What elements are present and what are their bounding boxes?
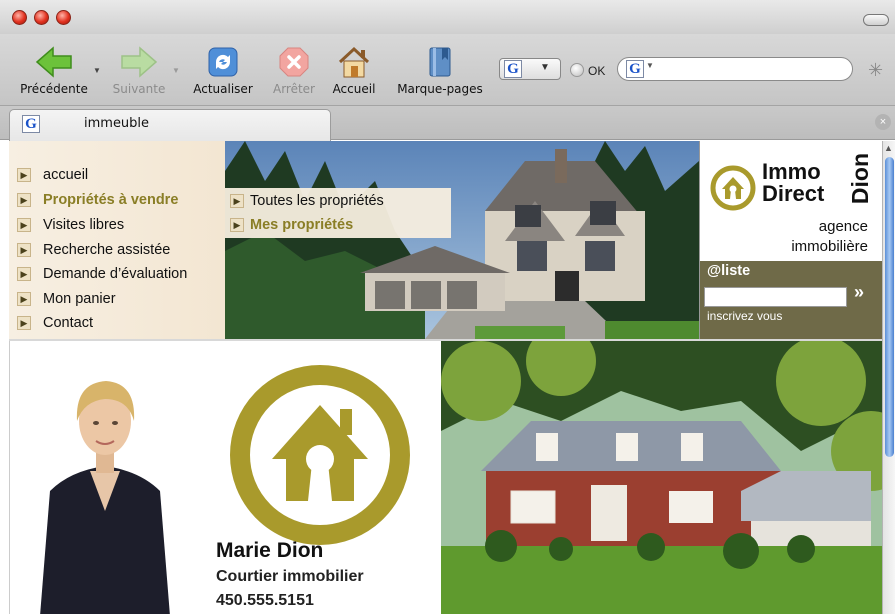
stop-icon (266, 42, 322, 82)
newsletter-box: @liste » inscrivez vous (699, 261, 882, 339)
arrow-right-icon: ▶ (17, 291, 31, 306)
arrow-right-icon: ▶ (230, 218, 244, 232)
nav-item-contact[interactable]: ▶ Contact (9, 311, 225, 334)
brand-vertical-name: Dion (847, 153, 873, 205)
chevron-down-icon: ▼ (540, 62, 550, 73)
vertical-scrollbar[interactable]: ▲ (882, 141, 895, 614)
scroll-up-arrow-icon[interactable]: ▲ (884, 143, 893, 153)
zoom-window-button[interactable] (56, 10, 71, 25)
large-keyhole-house-logo-icon (230, 365, 410, 545)
submenu-item-mes-proprietes[interactable]: ▶ Mes propriétés (225, 213, 451, 237)
arrow-right-icon: ▶ (17, 217, 31, 232)
arrow-right-icon: ▶ (17, 192, 31, 207)
brand-logo-panel[interactable]: Immo Direct Dion agence immobilière (699, 141, 882, 261)
forward-arrow-icon (106, 42, 172, 82)
nav-item-label: Recherche assistée (43, 241, 171, 258)
brand-line1: Immo (762, 159, 821, 184)
tab-title: immeuble (84, 116, 150, 131)
arrow-right-icon: ▶ (17, 167, 31, 182)
close-window-button[interactable] (12, 10, 27, 25)
back-label: Précédente (20, 82, 88, 96)
back-arrow-icon (14, 42, 94, 82)
nav-item-label: Contact (43, 314, 93, 331)
bookmarks-label: Marque-pages (397, 82, 483, 96)
reload-button[interactable]: Actualiser (186, 42, 260, 96)
browser-toolbar: Précédente ▼ Suivante ▼ Actualiser Arrêt… (0, 34, 895, 106)
submenu: ▶ Toutes les propriétés ▶ Mes propriétés (225, 188, 451, 238)
stop-button[interactable]: Arrêter (266, 42, 322, 96)
brand-tagline: agence immobilière (791, 217, 868, 257)
brand-name: Immo Direct (762, 161, 824, 205)
submenu-item-toutes-les-proprietes[interactable]: ▶ Toutes les propriétés (225, 189, 451, 213)
window-titlebar (0, 0, 895, 34)
arrow-right-icon: ▶ (17, 266, 31, 281)
minimize-window-button[interactable] (34, 10, 49, 25)
home-icon (326, 42, 382, 82)
submenu-item-label: Toutes les propriétés (250, 193, 384, 209)
brand-tagline-line2: immobilière (791, 238, 868, 255)
featured-section: Marie Dion Courtier immobilier 450.555.5… (9, 339, 882, 614)
nav-item-mon-panier[interactable]: ▶ Mon panier (9, 287, 225, 310)
tab-immeuble[interactable]: G immeuble (9, 109, 331, 141)
tab-bar: G immeuble × (0, 106, 895, 141)
newsletter-title: @liste (707, 263, 751, 279)
forward-history-dropdown-icon[interactable]: ▼ (172, 66, 180, 75)
search-input[interactable]: G ▼ (617, 57, 853, 81)
ok-radio-icon[interactable] (570, 63, 584, 77)
nav-item-label: accueil (43, 166, 89, 183)
google-icon: G (504, 60, 522, 78)
nav-item-accueil[interactable]: ▶ accueil (9, 163, 225, 186)
site-nav: ▶ accueil ▶ Propriétés à vendre ▶ Visite… (9, 141, 225, 339)
agent-card: Marie Dion Courtier immobilier 450.555.5… (9, 341, 441, 614)
nav-item-label: Demande d’évaluation (43, 265, 188, 282)
featured-property-photo[interactable] (441, 341, 882, 614)
google-search-icon: G (626, 60, 644, 78)
nav-item-proprietes-a-vendre[interactable]: ▶ Propriétés à vendre (9, 188, 225, 211)
brand-tagline-line1: agence (818, 218, 868, 235)
nav-item-label: Propriétés à vendre (43, 191, 179, 208)
search-engine-dropdown-icon[interactable]: ▼ (646, 61, 654, 70)
agent-name: Marie Dion (216, 539, 324, 562)
nav-item-recherche-assistee[interactable]: ▶ Recherche assistée (9, 238, 225, 261)
agent-phone[interactable]: 450.555.5151 (216, 592, 314, 610)
activity-spinner-icon: ✳ (868, 60, 884, 80)
arrow-right-icon: ▶ (17, 315, 31, 330)
nav-item-label: Mon panier (43, 290, 116, 307)
tab-favicon-icon: G (22, 115, 40, 133)
toolbar-toggle-button[interactable] (863, 14, 889, 26)
banner-house-photo (225, 141, 699, 339)
nav-item-visites-libres[interactable]: ▶ Visites libres (9, 213, 225, 236)
bookmarks-book-icon (386, 42, 494, 82)
brand-line2: Direct (762, 181, 825, 206)
nav-item-label: Visites libres (43, 216, 125, 233)
forward-button[interactable]: Suivante (106, 42, 172, 96)
bookmarks-button[interactable]: Marque-pages (386, 42, 494, 96)
newsletter-email-input[interactable] (704, 287, 847, 307)
close-tab-icon[interactable]: × (875, 114, 891, 130)
ok-label[interactable]: OK (588, 64, 605, 78)
stop-label: Arrêter (272, 82, 315, 96)
back-button[interactable]: Précédente (14, 42, 94, 96)
agent-photo (40, 381, 170, 614)
web-page: ▶ accueil ▶ Propriétés à vendre ▶ Visite… (0, 141, 882, 614)
forward-label: Suivante (112, 82, 166, 96)
scrollbar-thumb[interactable] (885, 157, 894, 457)
home-button[interactable]: Accueil (326, 42, 382, 96)
agent-role: Courtier immobilier (216, 568, 364, 585)
submenu-item-label: Mes propriétés (250, 217, 354, 233)
home-label: Accueil (332, 82, 376, 96)
reload-label: Actualiser (193, 82, 253, 96)
newsletter-note: inscrivez vous (707, 309, 783, 323)
reload-icon (186, 42, 260, 82)
keyhole-house-logo-icon (710, 165, 756, 211)
back-history-dropdown-icon[interactable]: ▼ (93, 66, 101, 75)
search-engine-selector[interactable]: G ▼ (499, 58, 561, 80)
nav-item-demande-evaluation[interactable]: ▶ Demande d’évaluation (9, 262, 225, 285)
arrow-right-icon: ▶ (17, 242, 31, 257)
arrow-right-icon: ▶ (230, 194, 244, 208)
newsletter-submit-button[interactable]: » (854, 282, 864, 303)
